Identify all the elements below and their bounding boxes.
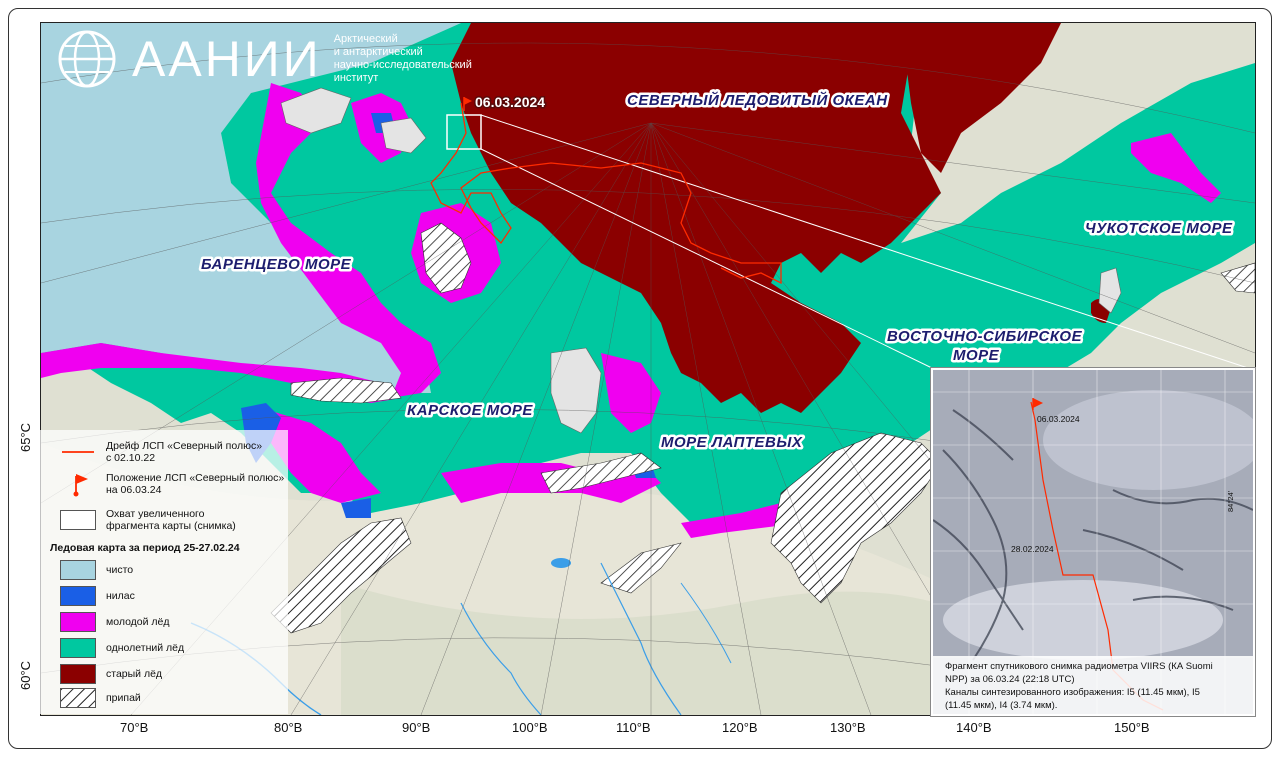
- legend-item-fast-ice: припай: [60, 688, 141, 708]
- east-siberian-sea-label-1: ВОСТОЧНО-СИБИРСКОЕ: [887, 328, 1083, 345]
- station-date-label: 06.03.2024: [475, 94, 545, 110]
- lon-label-110: 110°В: [616, 720, 651, 735]
- drift-line-icon: [62, 451, 94, 453]
- lon-label-140: 140°В: [956, 720, 992, 735]
- inset-side-label: 84°24': [1226, 490, 1235, 512]
- laptev-sea-label: МОРЕ ЛАПТЕВЫХ: [661, 434, 803, 451]
- legend: Дрейф ЛСП «Северный полюс» с 02.10.22 По…: [40, 430, 288, 714]
- nilas-swatch: [60, 586, 96, 606]
- legend-item-nilas: нилас: [60, 586, 135, 606]
- legend-position: Положение ЛСП «Северный полюс» на 06.03.…: [60, 470, 284, 498]
- lon-label-90: 90°В: [402, 720, 431, 735]
- barents-sea-label: БАРЕНЦЕВО МОРЕ: [201, 256, 352, 273]
- aari-logo: ААНИИ Арктический и антарктический научн…: [56, 28, 494, 90]
- lon-label-100: 100°В: [512, 720, 548, 735]
- open-water-swatch: [60, 560, 96, 580]
- logo-name: ААНИИ: [132, 31, 322, 87]
- globe-icon: [58, 30, 116, 88]
- lon-label-70: 70°В: [120, 720, 149, 735]
- legend-drift: Дрейф ЛСП «Северный полюс» с 02.10.22: [60, 440, 262, 464]
- chukchi-sea-label: ЧУКОТСКОЕ МОРЕ: [1085, 220, 1233, 237]
- east-siberian-sea-label-2: МОРЕ: [953, 347, 1000, 364]
- coverage-swatch: [60, 510, 96, 530]
- old-ice-swatch: [60, 664, 96, 684]
- lat-label-65: 65°С: [18, 422, 33, 452]
- legend-item-old-ice: старый лёд: [60, 664, 162, 684]
- kara-sea-label: КАРСКОЕ МОРЕ: [407, 402, 533, 419]
- logo-subtitle: Арктический и антарктический научно-иссл…: [333, 33, 472, 84]
- satellite-inset[interactable]: 06.03.2024 28.02.2024 84°24' Фрагмент сп…: [931, 368, 1255, 716]
- inset-caption: Фрагмент спутникового снимка радиометра …: [933, 656, 1253, 714]
- first-year-ice-swatch: [60, 638, 96, 658]
- legend-item-open-water: чисто: [60, 560, 133, 580]
- legend-item-young-ice: молодой лёд: [60, 612, 170, 632]
- lon-label-120: 120°В: [722, 720, 758, 735]
- lon-label-80: 80°В: [274, 720, 303, 735]
- legend-coverage: Охват увеличенного фрагмента карты (сним…: [60, 508, 236, 532]
- ocean-label: СЕВЕРНЫЙ ЛЕДОВИТЫЙ ОКЕАН: [627, 91, 888, 109]
- flag-icon: [73, 474, 88, 497]
- young-ice-swatch: [60, 612, 96, 632]
- legend-title: Ледовая карта за период 25-27.02.24: [50, 542, 240, 554]
- lon-label-150: 150°В: [1114, 720, 1150, 735]
- lon-label-130: 130°В: [830, 720, 866, 735]
- inset-date-mid: 28.02.2024: [1011, 544, 1054, 554]
- legend-item-first-year-ice: однолетний лёд: [60, 638, 184, 658]
- fast-ice-swatch: [60, 688, 96, 708]
- lat-label-60: 60°С: [18, 660, 33, 690]
- inset-date-top: 06.03.2024: [1037, 414, 1080, 424]
